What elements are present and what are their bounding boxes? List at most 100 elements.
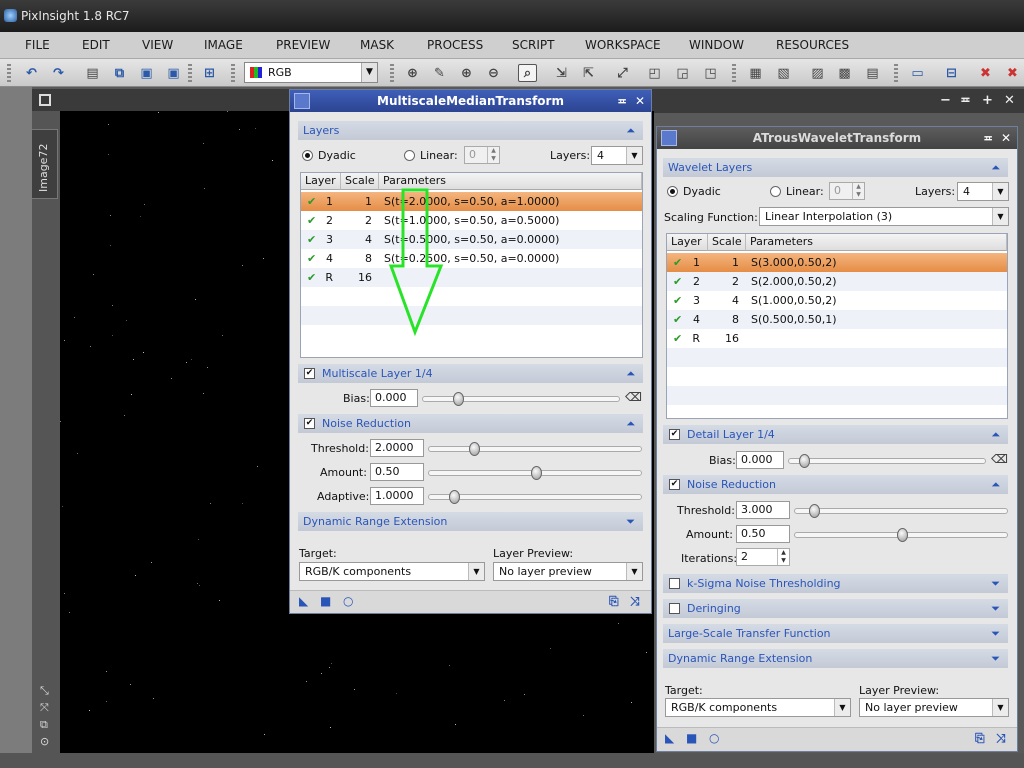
mmt-amount-slider[interactable] [428,466,642,480]
expand-icon[interactable]: ⏷ [991,599,1000,618]
reset-panel-icon[interactable]: ⎘ [609,594,619,609]
mmt-noise-section[interactable]: ✔ Noise Reduction ⏶ [298,414,643,433]
mask-icon-3[interactable]: ▤ [863,64,882,82]
menu-edit[interactable]: EDIT [82,38,110,52]
image-tab[interactable]: Image72 [32,129,58,199]
spinner-arrows-icon[interactable]: ▲ ▼ [777,549,789,565]
noise-enabled-checkbox[interactable]: ✔ [669,479,680,490]
preview-toggle-icon[interactable]: ⤨ [630,594,640,609]
screen-icon[interactable]: ▭ [908,64,927,82]
apply-icon[interactable]: ○ [343,594,353,608]
mmt-layer-section[interactable]: ✔ Multiscale Layer 1/4 ⏶ [298,364,643,383]
invert-mask-icon[interactable]: ▧ [774,64,793,82]
collapse-icon[interactable]: ⏶ [626,364,635,383]
table-row[interactable]: ✔ 1 1 S(3.000,0.50,2) [667,253,1007,272]
collapse-icon[interactable]: ⏶ [626,414,635,433]
table-row[interactable]: ✔ 3 4 S(t=0.5000, s=0.50, a=0.0000) [301,230,642,249]
mask-icon-1[interactable]: ▨ [808,64,827,82]
stop-icon[interactable]: ✖ [976,64,995,82]
atw-target-select[interactable]: RGB/K components ▼ [665,698,851,717]
atw-bias-slider[interactable] [788,454,986,468]
enabled-check-icon[interactable]: ✔ [673,291,682,310]
table-row[interactable]: ✔ 4 8 S(0.500,0.50,1) [667,310,1007,329]
preview-toggle-icon[interactable]: ⤨ [996,731,1006,746]
collapse-icon[interactable]: ⏶ [991,425,1000,444]
preview-delete-icon[interactable]: ⊖ [484,64,503,82]
zoom-2-1-icon[interactable]: ◲ [673,64,692,82]
restore-icon[interactable]: ⧉ [40,718,48,732]
atw-linear-radio[interactable] [770,186,781,197]
table-row[interactable]: ✔ 4 8 S(t=0.2500, s=0.50, a=0.0000) [301,249,642,268]
table-row[interactable]: ✔ R 16 [301,268,642,287]
mmt-layers-select[interactable]: 4 ▼ [591,146,643,165]
redo-icon[interactable]: ↷ [49,64,68,82]
chevron-down-icon[interactable]: ▼ [361,63,377,82]
menu-view[interactable]: VIEW [142,38,173,52]
zoom-in-icon[interactable]: ⇲ [552,64,571,82]
collapse-icon[interactable]: ⏶ [991,158,1000,177]
layer-enabled-checkbox[interactable]: ✔ [304,368,315,379]
menu-process[interactable]: PROCESS [427,38,483,52]
preview-store-icon[interactable]: ⊕ [457,64,476,82]
atw-iterations-spinner[interactable]: 2 ▲ ▼ [736,548,790,566]
chevron-down-icon[interactable]: ▼ [992,208,1008,225]
chevron-down-icon[interactable]: ▼ [626,563,642,580]
toolbar-grip[interactable] [894,64,898,82]
shade-icon[interactable]: ≖ [983,127,993,149]
mmt-adaptive-input[interactable]: 1.0000 [370,487,424,505]
toolbar-grip[interactable] [7,64,11,82]
atw-dyadic-radio[interactable] [667,186,678,197]
toolbar-grip[interactable] [231,64,235,82]
chevron-down-icon[interactable]: ▼ [626,147,642,164]
image-view-icon[interactable]: ▣ [137,64,156,82]
slider-handle[interactable] [469,442,480,456]
toolbar-grip[interactable] [188,64,192,82]
atw-noise-section[interactable]: ✔ Noise Reduction ⏶ [663,475,1008,494]
mmt-bias-input[interactable]: 0.000 [370,389,418,407]
minimize-icon[interactable]: − [940,93,951,108]
mmt-preview-select[interactable]: No layer preview ▼ [493,562,643,581]
settings-icon[interactable]: ⊙ [40,735,49,748]
new-window-icon[interactable]: ⧉ [110,64,129,82]
enabled-check-icon[interactable]: ✔ [673,329,682,348]
preview-edit-icon[interactable]: ✎ [430,64,449,82]
mmt-adaptive-slider[interactable] [428,490,642,504]
abort-icon[interactable]: ✖ [1003,64,1022,82]
atw-lstf-section[interactable]: Large-Scale Transfer Function ⏷ [663,624,1008,643]
expand-icon[interactable]: ⏷ [626,512,635,531]
reset-icon[interactable]: ⌫ [991,452,1008,466]
atw-amount-slider[interactable] [794,528,1008,542]
zoom-mode-icon[interactable]: ⌕ [518,64,537,82]
menu-file[interactable]: FILE [25,38,50,52]
preview-new-icon[interactable]: ⊕ [403,64,422,82]
enabled-check-icon[interactable]: ✔ [307,249,316,268]
menu-preview[interactable]: PREVIEW [276,38,330,52]
atw-bias-input[interactable]: 0.000 [736,451,784,469]
atw-deringing-section[interactable]: Deringing ⏷ [663,599,1008,618]
enabled-check-icon[interactable]: ✔ [673,310,682,329]
slider-handle[interactable] [799,454,810,468]
mmt-amount-input[interactable]: 0.50 [370,463,424,481]
close-icon[interactable]: ✕ [1004,93,1015,108]
apply-global-icon[interactable]: ■ [686,731,697,745]
shrink-icon[interactable]: ⤡ [40,684,49,698]
ksigma-enabled-checkbox[interactable] [669,578,680,589]
table-row[interactable]: ✔ 3 4 S(1.000,0.50,2) [667,291,1007,310]
atw-scaling-select[interactable]: Linear Interpolation (3) ▼ [759,207,1009,226]
expand-icon[interactable]: ⏷ [991,574,1000,593]
col-header-parameters[interactable]: Parameters [746,234,1007,251]
show-mask-icon[interactable]: ▦ [746,64,765,82]
atw-dre-section[interactable]: Dynamic Range Extension ⏷ [663,649,1008,668]
zoom-1-1-icon[interactable]: ◰ [645,64,664,82]
color-space-select[interactable]: RGB ▼ [244,62,378,83]
shade-icon[interactable]: ≖ [617,90,627,112]
enabled-check-icon[interactable]: ✔ [307,268,316,287]
shade-icon[interactable]: ≖ [960,93,971,108]
col-header-scale[interactable]: Scale [708,234,746,251]
new-instance-icon[interactable]: ◣ [299,594,308,608]
close-icon[interactable]: ✕ [1001,127,1011,149]
atw-detail-section[interactable]: ✔ Detail Layer 1/4 ⏶ [663,425,1008,444]
zoom-fit-icon[interactable]: ◳ [701,64,720,82]
atw-layers-select[interactable]: 4 ▼ [957,182,1009,201]
mmt-threshold-input[interactable]: 2.0000 [370,439,424,457]
